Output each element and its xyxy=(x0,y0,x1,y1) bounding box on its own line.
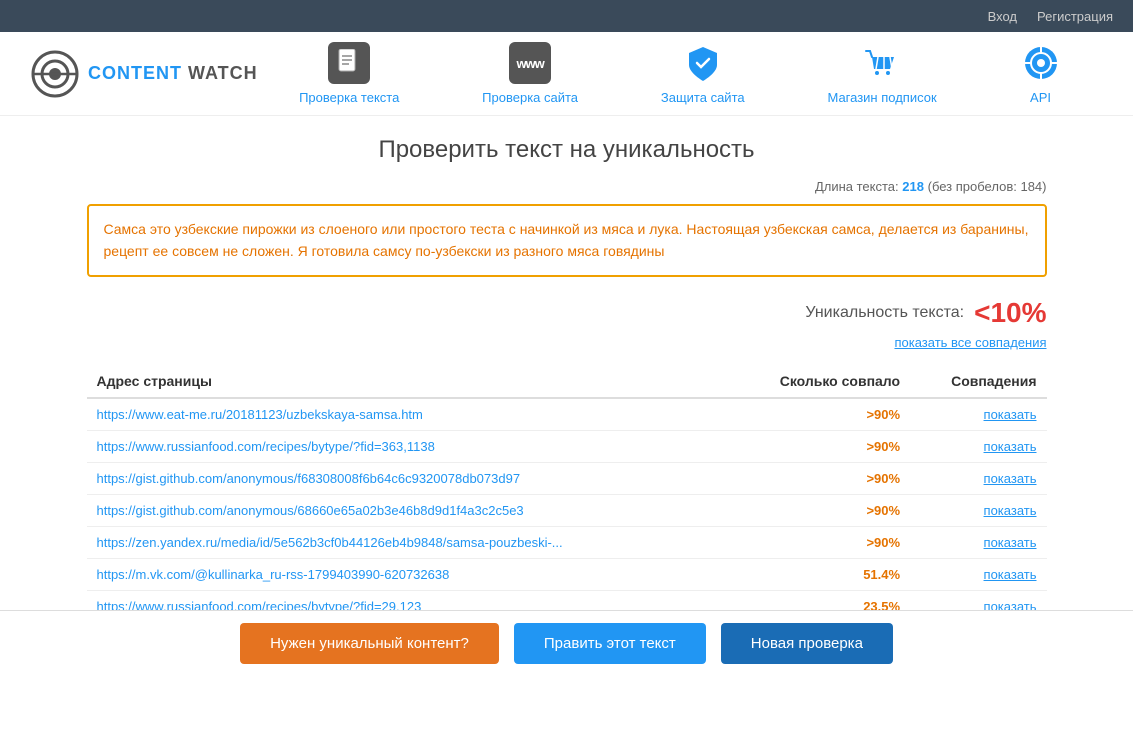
nav-api[interactable]: API xyxy=(1020,42,1062,105)
doc-icon xyxy=(328,42,370,84)
logo[interactable]: CONTENT WATCH xyxy=(30,49,258,99)
table-cell-url: https://zen.yandex.ru/media/id/5e562b3cf… xyxy=(87,526,729,558)
table-cell-action: показать xyxy=(910,430,1046,462)
show-match-link[interactable]: показать xyxy=(984,567,1037,582)
unique-content-button[interactable]: Нужен уникальный контент? xyxy=(240,623,499,664)
table-row: https://www.russianfood.com/recipes/byty… xyxy=(87,430,1047,462)
logo-icon xyxy=(30,49,80,99)
table-cell-action: показать xyxy=(910,558,1046,590)
table-row: https://www.eat-me.ru/20181123/uzbekskay… xyxy=(87,398,1047,431)
show-match-link[interactable]: показать xyxy=(984,535,1037,550)
nav-api-label: API xyxy=(1030,90,1051,105)
text-length-label: Длина текста: xyxy=(815,179,899,194)
text-no-spaces-value: 184) xyxy=(1020,179,1046,194)
nav-check-text-label: Проверка текста xyxy=(299,90,399,105)
shield-icon xyxy=(682,42,724,84)
nav-check-site[interactable]: www Проверка сайта xyxy=(482,42,578,105)
table-row: https://gist.github.com/anonymous/68660e… xyxy=(87,494,1047,526)
uniqueness-value: <10% xyxy=(974,297,1046,329)
text-length-info: Длина текста: 218 (без пробелов: 184) xyxy=(87,179,1047,194)
page-url-link[interactable]: https://www.russianfood.com/recipes/byty… xyxy=(97,439,435,454)
col-action-header: Совпадения xyxy=(910,365,1046,398)
col-match-header: Сколько совпало xyxy=(728,365,910,398)
www-icon: www xyxy=(509,42,551,84)
page-url-link[interactable]: https://gist.github.com/anonymous/f68308… xyxy=(97,471,521,486)
nav-shop-label: Магазин подписок xyxy=(827,90,936,105)
show-match-link[interactable]: показать xyxy=(984,471,1037,486)
top-bar: Вход Регистрация xyxy=(0,0,1133,32)
table-cell-action: показать xyxy=(910,526,1046,558)
table-row: https://gist.github.com/anonymous/f68308… xyxy=(87,462,1047,494)
register-link[interactable]: Регистрация xyxy=(1037,9,1113,24)
table-row: https://m.vk.com/@kullinarka_ru-rss-1799… xyxy=(87,558,1047,590)
page-url-link[interactable]: https://m.vk.com/@kullinarka_ru-rss-1799… xyxy=(97,567,450,582)
page-url-link[interactable]: https://gist.github.com/anonymous/68660e… xyxy=(97,503,524,518)
table-cell-match: >90% xyxy=(728,494,910,526)
uniqueness-label: Уникальность текста: xyxy=(805,304,964,322)
table-cell-action: показать xyxy=(910,398,1046,431)
table-cell-match: >90% xyxy=(728,430,910,462)
table-cell-url: https://gist.github.com/anonymous/68660e… xyxy=(87,494,729,526)
new-check-button[interactable]: Новая проверка xyxy=(721,623,893,664)
show-all-link[interactable]: показать все совпадения xyxy=(87,334,1047,350)
table-cell-action: показать xyxy=(910,462,1046,494)
table-cell-url: https://gist.github.com/anonymous/f68308… xyxy=(87,462,729,494)
nav-protect-site[interactable]: Защита сайта xyxy=(661,42,745,105)
logo-text: CONTENT WATCH xyxy=(88,63,258,84)
table-cell-match: >90% xyxy=(728,526,910,558)
text-display: Самса это узбекские пирожки из слоеного … xyxy=(87,204,1047,277)
nav-check-site-label: Проверка сайта xyxy=(482,90,578,105)
table-row: https://zen.yandex.ru/media/id/5e562b3cf… xyxy=(87,526,1047,558)
table-cell-url: https://www.russianfood.com/recipes/byty… xyxy=(87,430,729,462)
page-title: Проверить текст на уникальность xyxy=(87,136,1047,164)
nav-shop[interactable]: Магазин подписок xyxy=(827,42,936,105)
page-url-link[interactable]: https://www.eat-me.ru/20181123/uzbekskay… xyxy=(97,407,423,422)
text-content: Самса это узбекские пирожки из слоеного … xyxy=(104,221,1029,259)
nav-protect-site-label: Защита сайта xyxy=(661,90,745,105)
table-cell-match: >90% xyxy=(728,398,910,431)
show-match-link[interactable]: показать xyxy=(984,439,1037,454)
table-cell-action: показать xyxy=(910,494,1046,526)
api-icon xyxy=(1020,42,1062,84)
show-all-matches-link[interactable]: показать все совпадения xyxy=(894,335,1046,350)
uniqueness-row: Уникальность текста: <10% xyxy=(87,297,1047,329)
show-match-link[interactable]: показать xyxy=(984,407,1037,422)
bottom-bar: Нужен уникальный контент? Править этот т… xyxy=(0,610,1133,676)
login-link[interactable]: Вход xyxy=(988,9,1017,24)
col-url-header: Адрес страницы xyxy=(87,365,729,398)
nav-check-text[interactable]: Проверка текста xyxy=(299,42,399,105)
page-url-link[interactable]: https://zen.yandex.ru/media/id/5e562b3cf… xyxy=(97,535,563,550)
table-header-row: Адрес страницы Сколько совпало Совпадени… xyxy=(87,365,1047,398)
text-no-spaces-label: (без пробелов: xyxy=(928,179,1017,194)
table-cell-url: https://m.vk.com/@kullinarka_ru-rss-1799… xyxy=(87,558,729,590)
table-cell-match: >90% xyxy=(728,462,910,494)
basket-icon xyxy=(861,42,903,84)
main-nav: Проверка текста www Проверка сайта Защит… xyxy=(258,42,1103,105)
edit-text-button[interactable]: Править этот текст xyxy=(514,623,706,664)
table-cell-match: 51.4% xyxy=(728,558,910,590)
table-cell-url: https://www.eat-me.ru/20181123/uzbekskay… xyxy=(87,398,729,431)
show-match-link[interactable]: показать xyxy=(984,503,1037,518)
header: CONTENT WATCH Проверка текста www Провер… xyxy=(0,32,1133,116)
text-length-value: 218 xyxy=(902,179,924,194)
